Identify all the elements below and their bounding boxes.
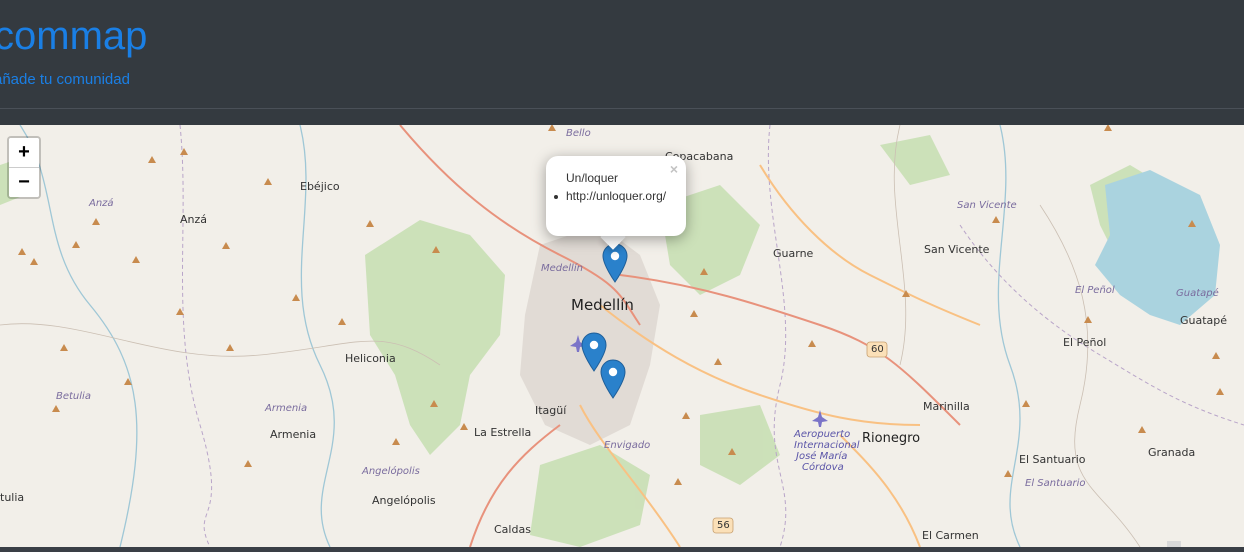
place-label: Ebéjico xyxy=(300,180,340,193)
place-label: El Peñol xyxy=(1075,285,1115,296)
airport-label: Aeropuerto Internacional José María Córd… xyxy=(794,429,860,473)
place-label: Angelópolis xyxy=(372,494,436,507)
road-shield-56: 56 xyxy=(717,520,730,531)
map-marker-icon[interactable] xyxy=(600,359,626,399)
marker-popup: × Un/loquer http://unloquer.org/ xyxy=(546,156,686,236)
place-label: El Carmen xyxy=(922,529,979,542)
place-label: Guarne xyxy=(773,247,814,260)
place-label: Anzá xyxy=(180,213,208,226)
place-label: San Vicente xyxy=(957,200,1017,211)
place-label: Bello xyxy=(566,128,591,139)
place-label: Heliconia xyxy=(345,352,396,365)
place-label: Envigado xyxy=(604,440,651,451)
popup-title: Un/loquer xyxy=(566,171,619,185)
popup-url[interactable]: http://unloquer.org/ xyxy=(566,189,666,203)
place-label: Caldas xyxy=(494,523,531,536)
zoom-in-button[interactable]: + xyxy=(9,138,39,168)
place-label: Itagüí xyxy=(535,404,567,417)
place-label: Anzá xyxy=(89,198,114,209)
place-label: Angelópolis xyxy=(362,466,420,477)
place-label: Armenia xyxy=(270,428,317,441)
place-label-rionegro: Rionegro xyxy=(862,431,921,446)
place-label: Guatapé xyxy=(1176,288,1219,299)
add-community-link[interactable]: añade tu comunidad xyxy=(0,71,130,88)
road-shield-60: 60 xyxy=(871,344,884,355)
place-label: Betulia xyxy=(56,391,91,402)
app-header: commap añade tu comunidad xyxy=(0,0,1244,108)
map-marker-icon[interactable] xyxy=(602,243,628,283)
map-container[interactable]: 60 56 Bello Copacabana Ebéjico Anzá Anzá… xyxy=(0,125,1244,547)
place-label: El Peñol xyxy=(1063,336,1107,349)
place-label: La Estrella xyxy=(474,426,532,439)
place-label: El Santuario xyxy=(1019,453,1086,466)
place-label-medellin: Medellín xyxy=(571,296,634,314)
place-label: Marinilla xyxy=(923,400,970,413)
bullet-icon xyxy=(554,194,558,199)
place-label: tulia xyxy=(0,491,25,504)
zoom-control: + − xyxy=(7,136,41,199)
brand-title[interactable]: commap xyxy=(0,12,147,60)
bottom-bar xyxy=(0,547,1244,552)
place-label: San Vicente xyxy=(924,243,990,256)
place-label: Armenia xyxy=(265,403,308,414)
zoom-out-button[interactable]: − xyxy=(9,168,39,197)
popup-close-icon[interactable]: × xyxy=(670,162,678,176)
place-label: Medellín xyxy=(541,263,583,274)
place-label: Guatapé xyxy=(1180,314,1228,327)
header-divider xyxy=(0,108,1244,109)
place-label: Granada xyxy=(1148,446,1196,459)
place-label: El Santuario xyxy=(1025,478,1086,489)
popup-list-item: http://unloquer.org/ xyxy=(554,189,666,203)
